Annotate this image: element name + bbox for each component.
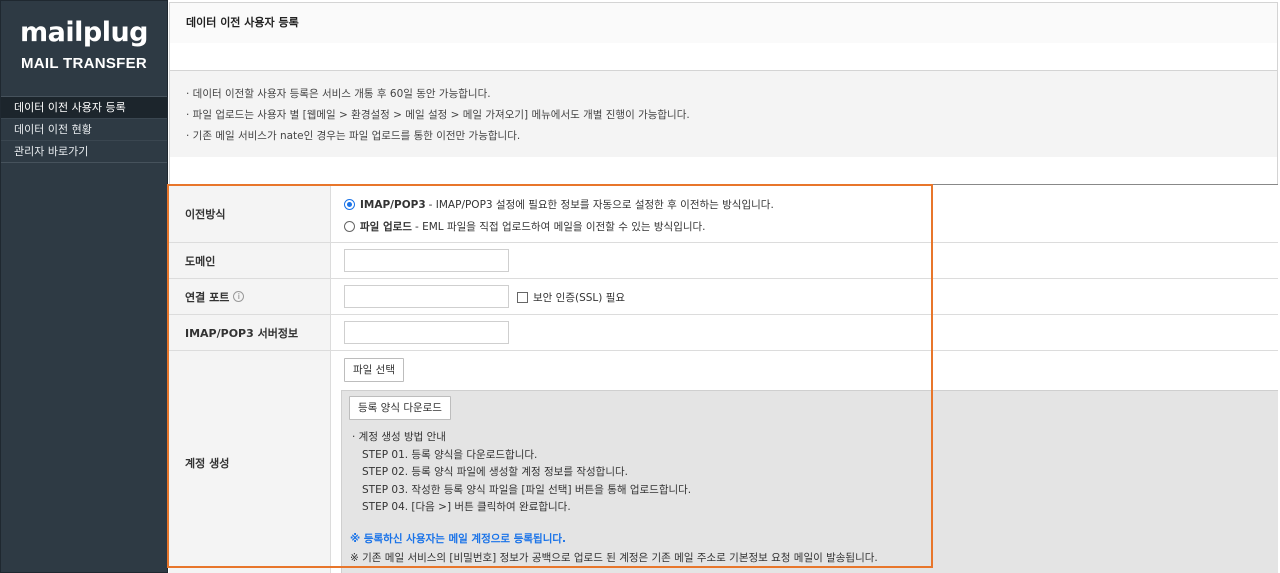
- account-create-label: 계정 생성: [169, 351, 331, 573]
- row-transfer-method: 이전방식 IMAP/POP3 - IMAP/POP3 설정에 필요한 정보를 자…: [169, 185, 1278, 243]
- radio-unselected-icon[interactable]: [344, 221, 355, 232]
- logo-subtitle: MAIL TRANSFER: [20, 55, 148, 72]
- sidebar-item-transfer-status[interactable]: 데이터 이전 현황: [1, 119, 167, 141]
- row-server: IMAP/POP3 서버정보: [169, 315, 1278, 351]
- account-guide-box: 등록 양식 다운로드 · 계정 생성 방법 안내 STEP 01. 등록 양식을…: [341, 390, 1278, 573]
- guide-steps: · 계정 생성 방법 안내 STEP 01. 등록 양식을 다운로드합니다. S…: [352, 429, 691, 517]
- port-input[interactable]: [344, 285, 509, 308]
- server-label: IMAP/POP3 서버정보: [169, 315, 331, 350]
- registration-form: 이전방식 IMAP/POP3 - IMAP/POP3 설정에 필요한 정보를 자…: [169, 184, 1278, 573]
- radio-file-label: 파일 업로드: [360, 221, 412, 233]
- guide-step: STEP 02. 등록 양식 파일에 생성할 계정 정보를 작성합니다.: [362, 466, 628, 478]
- notice-box: · 데이터 이전할 사용자 등록은 서비스 개통 후 60일 동안 가능합니다.…: [169, 70, 1278, 158]
- ssl-checkbox-wrap[interactable]: 보안 인증(SSL) 필요: [517, 290, 625, 305]
- radio-file-upload[interactable]: 파일 업로드 - EML 파일을 직접 업로드하여 메일을 이전할 수 있는 방…: [344, 219, 706, 234]
- sidebar-item-user-register[interactable]: 데이터 이전 사용자 등록: [1, 97, 167, 119]
- sidebar: mailplug MAIL TRANSFER 데이터 이전 사용자 등록 데이터…: [0, 0, 168, 573]
- page-header: 데이터 이전 사용자 등록: [169, 2, 1278, 44]
- domain-input[interactable]: [344, 249, 509, 272]
- transfer-method-label: 이전방식: [169, 185, 331, 242]
- ssl-label: 보안 인증(SSL) 필요: [533, 292, 626, 304]
- guide-step: STEP 04. [다음 >] 버튼 클릭하여 완료합니다.: [362, 501, 571, 513]
- guide-step: STEP 01. 등록 양식을 다운로드합니다.: [362, 448, 538, 461]
- logo-text: mailplug: [20, 17, 149, 48]
- row-account-create: 계정 생성 파일 선택 등록 양식 다운로드 · 계정 생성 방법 안내 STE…: [169, 351, 1278, 573]
- info-icon[interactable]: i: [233, 291, 245, 302]
- guide-step: STEP 03. 작성한 등록 양식 파일을 [파일 선택] 버튼을 통해 업로…: [362, 483, 692, 496]
- section-spacer: [169, 157, 1278, 185]
- guide-notice: ※ 등록하신 사용자는 메일 계정으로 등록됩니다.: [350, 533, 567, 545]
- port-label: 연결 포트: [185, 290, 230, 304]
- radio-imap-desc: - IMAP/POP3 설정에 필요한 정보를 자동으로 설정한 후 이전하는 …: [428, 199, 774, 211]
- page-title: 데이터 이전 사용자 등록: [186, 16, 299, 29]
- guide-title: · 계정 생성 방법 안내: [352, 431, 446, 443]
- notice-line: · 기존 메일 서비스가 nate인 경우는 파일 업로드를 통한 이전만 가능…: [186, 130, 521, 142]
- radio-file-desc: - EML 파일을 직접 업로드하여 메일을 이전할 수 있는 방식입니다.: [414, 221, 706, 233]
- sidebar-item-admin-shortcut[interactable]: 관리자 바로가기: [1, 141, 167, 163]
- file-select-button[interactable]: 파일 선택: [344, 358, 404, 382]
- port-label-cell: 연결 포트 i: [169, 279, 331, 314]
- server-input[interactable]: [344, 321, 509, 344]
- domain-label: 도메인: [169, 243, 331, 278]
- guide-warning: ※ 기존 메일 서비스의 [비밀번호] 정보가 공백으로 업로드 된 계정은 기…: [350, 552, 878, 564]
- radio-imap-label: IMAP/POP3: [360, 198, 426, 211]
- notice-line: · 데이터 이전할 사용자 등록은 서비스 개통 후 60일 동안 가능합니다.: [186, 88, 491, 100]
- logo[interactable]: mailplug MAIL TRANSFER: [1, 1, 167, 96]
- ssl-checkbox[interactable]: [517, 292, 528, 303]
- row-port: 연결 포트 i 보안 인증(SSL) 필요: [169, 279, 1278, 315]
- header-spacer: [169, 43, 1278, 71]
- notice-line: · 파일 업로드는 사용자 별 [웹메일 > 환경설정 > 메일 설정 > 메일…: [186, 109, 690, 121]
- download-template-button[interactable]: 등록 양식 다운로드: [349, 396, 451, 420]
- radio-selected-icon[interactable]: [344, 199, 355, 210]
- sidebar-nav: 데이터 이전 사용자 등록 데이터 이전 현황 관리자 바로가기: [1, 96, 167, 163]
- radio-imap-pop3[interactable]: IMAP/POP3 - IMAP/POP3 설정에 필요한 정보를 자동으로 설…: [344, 197, 774, 212]
- row-domain: 도메인: [169, 243, 1278, 279]
